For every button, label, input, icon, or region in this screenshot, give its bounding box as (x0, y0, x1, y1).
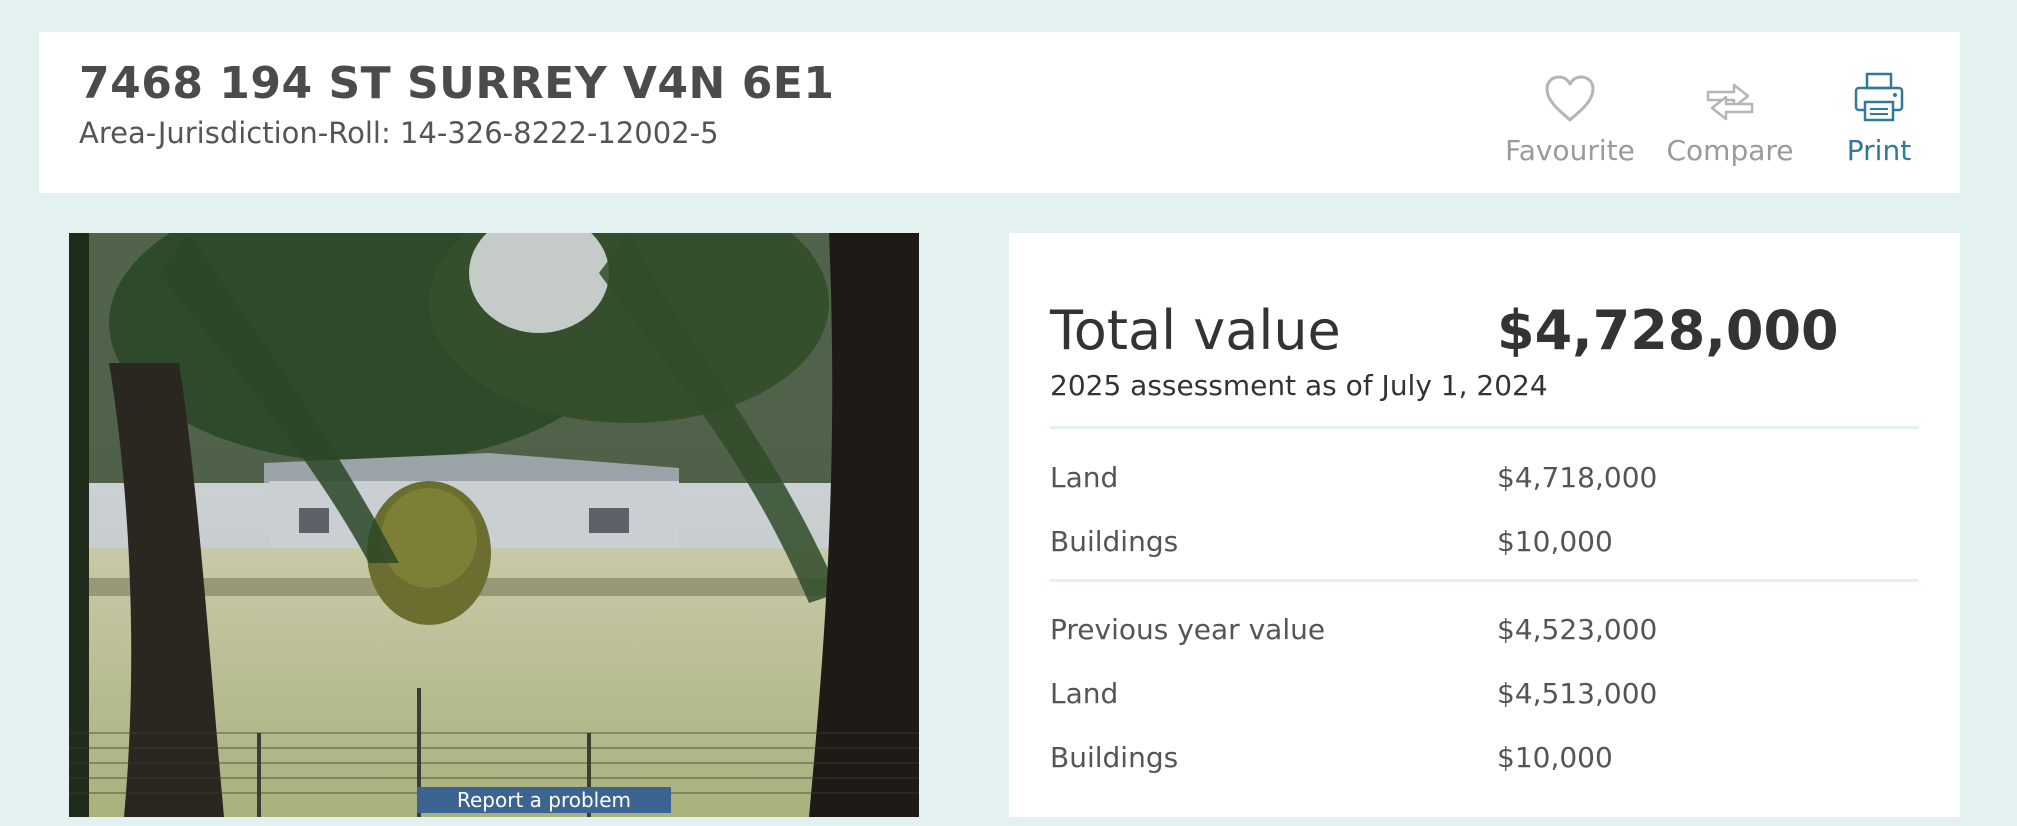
print-button[interactable]: Print (1804, 62, 1954, 167)
compare-button[interactable]: Compare (1655, 62, 1805, 167)
previous-year-value: $4,523,000 (1497, 613, 1658, 646)
previous-buildings-value: $10,000 (1497, 741, 1613, 774)
assessment-date: 2025 assessment as of July 1, 2024 (1050, 369, 1548, 402)
previous-buildings-label: Buildings (1050, 741, 1179, 774)
favourite-button[interactable]: Favourite (1495, 62, 1645, 167)
previous-land-label: Land (1050, 677, 1119, 710)
assessment-panel: Total value $4,728,000 2025 assessment a… (1009, 233, 1960, 817)
land-label: Land (1050, 461, 1119, 494)
favourite-label: Favourite (1505, 134, 1635, 167)
compare-label: Compare (1666, 134, 1794, 167)
property-header: 7468 194 ST SURREY V4N 6E1 Area-Jurisdic… (39, 32, 1960, 193)
printer-icon (1804, 62, 1954, 124)
total-value: $4,728,000 (1497, 299, 1839, 362)
divider (1050, 426, 1919, 429)
report-problem-link[interactable]: Report a problem (417, 787, 671, 813)
roll-number: Area-Jurisdiction-Roll: 14-326-8222-1200… (79, 116, 719, 150)
compare-arrows-icon (1655, 62, 1805, 124)
land-value: $4,718,000 (1497, 461, 1658, 494)
buildings-label: Buildings (1050, 525, 1179, 558)
previous-land-value: $4,513,000 (1497, 677, 1658, 710)
divider (1050, 579, 1919, 582)
previous-year-label: Previous year value (1050, 613, 1326, 646)
total-value-label: Total value (1050, 299, 1341, 362)
property-address: 7468 194 ST SURREY V4N 6E1 (79, 58, 835, 109)
print-label: Print (1846, 134, 1912, 167)
heart-icon (1495, 62, 1645, 124)
buildings-value: $10,000 (1497, 525, 1613, 558)
property-photo: Report a problem (69, 233, 919, 817)
